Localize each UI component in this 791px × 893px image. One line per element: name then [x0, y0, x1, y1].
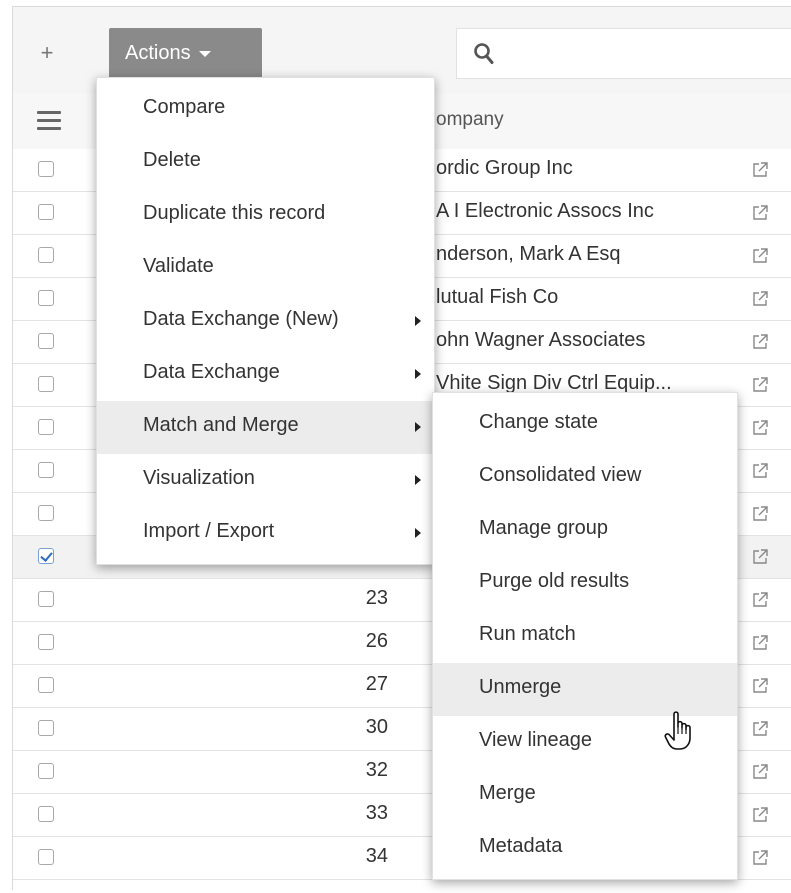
row-checkbox[interactable]	[38, 720, 54, 736]
external-link-icon[interactable]	[751, 204, 769, 222]
submenu-item[interactable]: Manage group	[433, 504, 737, 557]
row-checkbox[interactable]	[38, 591, 54, 607]
actions-menu-item[interactable]: Visualization	[97, 454, 434, 507]
actions-menu-item[interactable]: Import / Export	[97, 507, 434, 560]
submenu-item-label: Change state	[479, 411, 598, 433]
row-code: 34	[365, 845, 388, 867]
match-and-merge-submenu: Change state Consolidated view Manage grou…	[432, 392, 738, 880]
row-company[interactable]: A I Electronic Assocs Inc	[436, 200, 736, 223]
submenu-item[interactable]: Merge	[433, 769, 737, 822]
row-company[interactable]: lutual Fish Co	[436, 286, 736, 309]
submenu-item-label: View lineage	[479, 729, 593, 751]
triangle-right-icon	[415, 316, 421, 326]
submenu-item[interactable]: Consolidated view	[433, 451, 737, 504]
actions-menu-item[interactable]: Compare	[97, 83, 434, 136]
menu-item-label: Visualization	[143, 467, 255, 489]
row-checkbox[interactable]	[38, 806, 54, 822]
external-link-icon[interactable]	[751, 548, 769, 566]
row-checkbox[interactable]	[38, 376, 54, 392]
row-company[interactable]: ordic Group Inc	[436, 157, 736, 180]
row-checkbox[interactable]	[38, 849, 54, 865]
external-link-icon[interactable]	[751, 849, 769, 867]
row-code: 27	[365, 673, 388, 695]
menu-item-label: Import / Export	[143, 520, 275, 542]
submenu-item-label: Manage group	[479, 517, 608, 539]
triangle-right-icon	[415, 528, 421, 538]
row-code: 23	[365, 587, 388, 609]
row-checkbox[interactable]	[38, 548, 54, 564]
menu-item-label: Data Exchange	[143, 361, 280, 383]
submenu-item-label: Merge	[479, 782, 536, 804]
external-link-icon[interactable]	[751, 247, 769, 265]
row-checkbox[interactable]	[38, 677, 54, 693]
actions-menu-item[interactable]: Data Exchange (New)	[97, 295, 434, 348]
row-checkbox[interactable]	[38, 161, 54, 177]
caret-down-icon	[198, 50, 211, 57]
row-checkbox[interactable]	[38, 763, 54, 779]
external-link-icon[interactable]	[751, 505, 769, 523]
menu-item-label: Data Exchange (New)	[143, 308, 339, 330]
row-code: 30	[365, 716, 388, 738]
external-link-icon[interactable]	[751, 720, 769, 738]
external-link-icon[interactable]	[751, 634, 769, 652]
external-link-icon[interactable]	[751, 462, 769, 480]
row-checkbox[interactable]	[38, 462, 54, 478]
menu-item-label: Duplicate this record	[143, 202, 326, 224]
submenu-item-label: Purge old results	[479, 570, 630, 592]
submenu-item[interactable]: View lineage	[433, 716, 737, 769]
submenu-item[interactable]: Unmerge	[433, 663, 737, 716]
row-checkbox[interactable]	[38, 204, 54, 220]
submenu-item-label: Unmerge	[479, 676, 562, 698]
row-code: 33	[365, 802, 388, 824]
menu-item-label: Compare	[143, 96, 226, 118]
submenu-item[interactable]: Metadata	[433, 822, 737, 875]
row-company[interactable]: ohn Wagner Associates	[436, 329, 736, 352]
triangle-right-icon	[415, 422, 421, 432]
actions-button[interactable]: Actions	[109, 28, 262, 79]
menu-item-label: Validate	[143, 255, 214, 277]
row-code: 32	[365, 759, 388, 781]
actions-menu-item[interactable]: Match and Merge	[97, 401, 434, 454]
row-checkbox[interactable]	[38, 634, 54, 650]
row-code: 26	[365, 630, 388, 652]
actions-menu-item[interactable]: Data Exchange	[97, 348, 434, 401]
add-record-button[interactable]: +	[35, 41, 59, 65]
menu-item-label: Match and Merge	[143, 414, 299, 436]
actions-menu-item[interactable]: Delete	[97, 136, 434, 189]
actions-button-label: Actions	[125, 42, 191, 64]
actions-menu-item[interactable]: Validate	[97, 242, 434, 295]
external-link-icon[interactable]	[751, 290, 769, 308]
column-header-company[interactable]: ompany	[436, 109, 504, 131]
submenu-item-label: Run match	[479, 623, 576, 645]
row-checkbox[interactable]	[38, 419, 54, 435]
submenu-item[interactable]: Run match	[433, 610, 737, 663]
triangle-right-icon	[415, 475, 421, 485]
search-icon	[474, 43, 494, 64]
external-link-icon[interactable]	[751, 376, 769, 394]
external-link-icon[interactable]	[751, 591, 769, 609]
triangle-right-icon	[415, 369, 421, 379]
external-link-icon[interactable]	[751, 677, 769, 695]
submenu-item-label: Consolidated view	[479, 464, 642, 486]
external-link-icon[interactable]	[751, 161, 769, 179]
actions-menu: Compare Delete Duplicate this record Valida…	[96, 77, 435, 565]
external-link-icon[interactable]	[751, 806, 769, 824]
submenu-item[interactable]: Change state	[433, 398, 737, 451]
row-checkbox[interactable]	[38, 247, 54, 263]
search-box[interactable]	[456, 28, 791, 79]
row-company[interactable]: nderson, Mark A Esq	[436, 243, 736, 266]
hamburger-icon[interactable]	[37, 111, 61, 131]
submenu-item[interactable]: Purge old results	[433, 557, 737, 610]
actions-menu-item[interactable]: Duplicate this record	[97, 189, 434, 242]
external-link-icon[interactable]	[751, 763, 769, 781]
search-input[interactable]	[507, 37, 771, 71]
external-link-icon[interactable]	[751, 333, 769, 351]
menu-item-label: Delete	[143, 149, 201, 171]
row-checkbox[interactable]	[38, 505, 54, 521]
row-checkbox[interactable]	[38, 333, 54, 349]
external-link-icon[interactable]	[751, 419, 769, 437]
submenu-item-label: Metadata	[479, 835, 563, 857]
row-checkbox[interactable]	[38, 290, 54, 306]
